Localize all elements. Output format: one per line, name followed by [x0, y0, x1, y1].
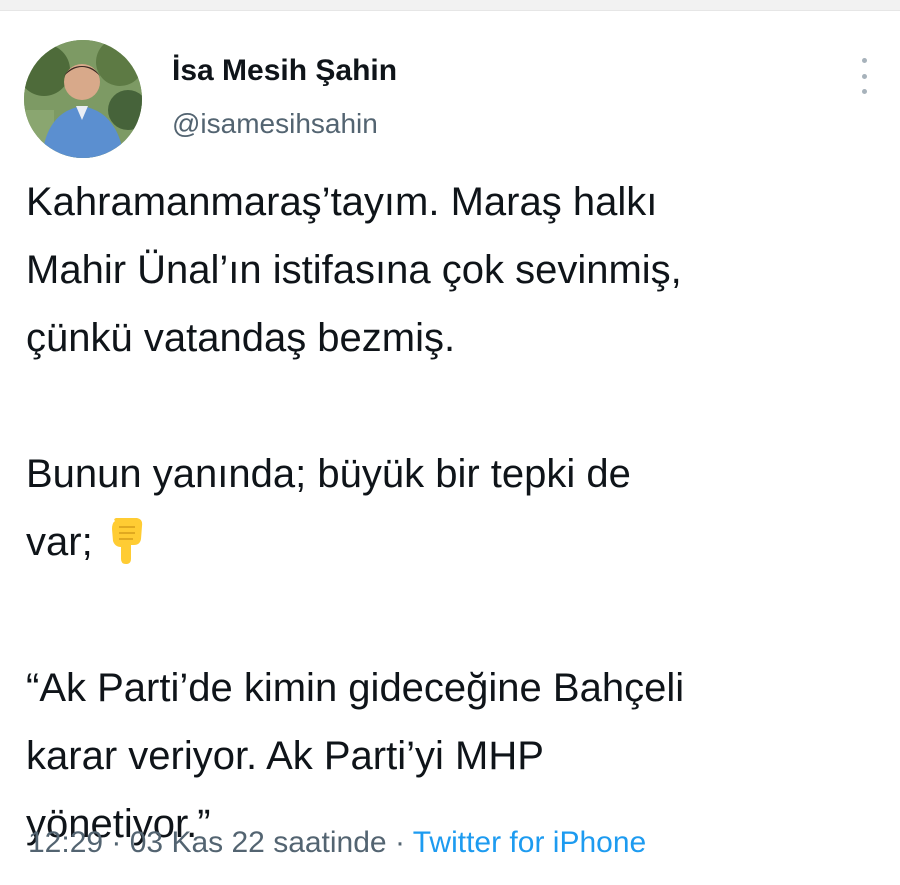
tweet-line: Mahir Ünal’ın istifasına çok sevinmiş,: [26, 248, 682, 292]
profile-avatar-icon[interactable]: [24, 40, 142, 158]
tweet-meta: 12:29 · 03 Kas 22 saatinde · Twitter for…: [28, 826, 646, 860]
tweet-line-text: var;: [26, 520, 93, 564]
meta-separator: ·: [386, 826, 413, 859]
more-options-icon[interactable]: [852, 58, 876, 94]
tweet-line-with-emoji: var;: [26, 508, 876, 586]
tweet-line: çünkü vatandaş bezmiş.: [26, 316, 456, 360]
tweet-time[interactable]: 12:29: [28, 826, 103, 859]
pointing-down-hand-icon: [107, 517, 147, 586]
meta-separator: ·: [103, 826, 130, 859]
tweet-line: “Ak Parti’de kimin gideceğine Bahçeli: [26, 666, 685, 710]
tweet-date[interactable]: 03 Kas 22 saatinde: [130, 826, 387, 859]
tweet-header: İsa Mesih Şahin @isamesihsahin: [24, 40, 876, 160]
tweet-line: Kahramanmaraş’tayım. Maraş halkı: [26, 180, 658, 224]
tweet-body: Kahramanmaraş’tayım. Maraş halkı Mahir Ü…: [26, 168, 876, 858]
top-divider: [0, 0, 900, 11]
author-display-name[interactable]: İsa Mesih Şahin: [172, 54, 397, 88]
tweet-line: Bunun yanında; büyük bir tepki de: [26, 452, 631, 496]
tweet-line: karar veriyor. Ak Parti’yi MHP: [26, 734, 544, 778]
tweet-source-link[interactable]: Twitter for iPhone: [413, 826, 646, 859]
author-handle[interactable]: @isamesihsahin: [172, 108, 378, 140]
